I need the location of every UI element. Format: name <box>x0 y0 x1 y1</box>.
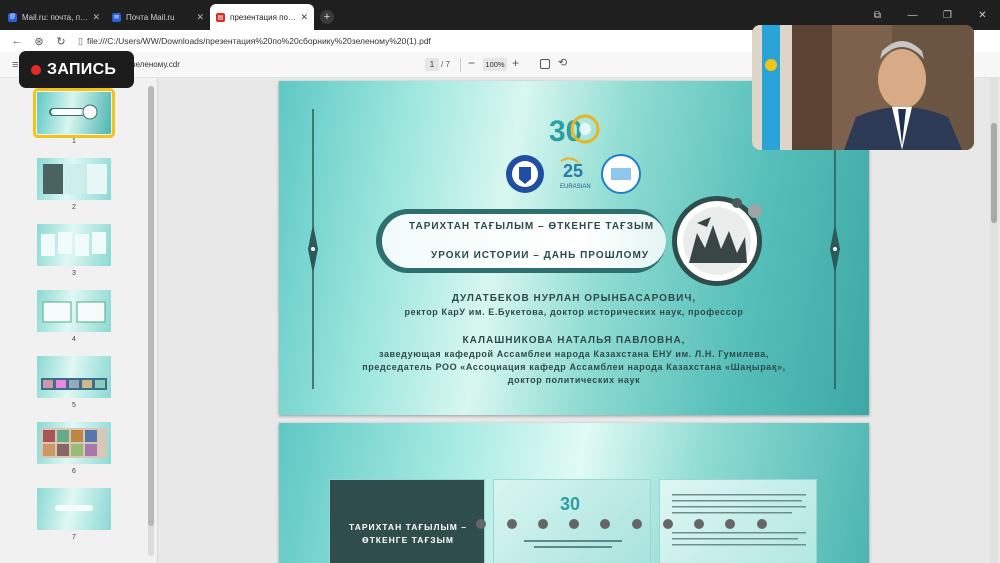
new-tab-button[interactable]: + <box>320 10 334 24</box>
author2-description-line: заведующая кафедрой Ассамблеи народа Каз… <box>378 349 769 359</box>
svg-text:30: 30 <box>560 494 580 514</box>
slide-title-kz: ТАРИХТАН ТАҒЫЛЫМ – ӨТКЕНГЕ ТАҒЗЫМ <box>409 221 655 232</box>
author2-name: КАЛАШНИКОВА НАТАЛЬЯ ПАВЛОВНА, <box>462 335 686 346</box>
total-pages: / 7 <box>441 60 450 69</box>
thumbnail-page-3[interactable] <box>37 224 111 266</box>
back-icon[interactable]: ← <box>6 35 28 47</box>
file-icon: ▯ <box>78 35 83 46</box>
record-dot-icon <box>31 64 41 75</box>
svg-text:EURASIAN: EURASIAN <box>560 184 591 190</box>
university-emblems: 25 EURASIAN <box>506 154 641 194</box>
thumbnail-number: 3 <box>72 270 76 277</box>
pdf-icon: ▤ <box>216 12 225 22</box>
thumbnail-sidebar: 1 2 3 4 5 6 7 <box>0 78 158 563</box>
thumbnail-page-5[interactable] <box>37 356 111 398</box>
tab-title: презентация по сборнику <box>230 12 296 22</box>
close-window-icon[interactable]: ✕ <box>965 10 1000 21</box>
viewer-scrollbar[interactable] <box>990 78 998 563</box>
ornament-right <box>830 109 840 389</box>
pdf-page-2: ТАРИХТАН ТАҒЫЛЫМ – ӨТКЕНГЕ ТАҒЗЫМ 30 <box>279 423 869 563</box>
svg-text:25: 25 <box>563 161 583 181</box>
url-text: file:///C:/Users/WW/Downloads/презентаци… <box>86 36 431 46</box>
viewer-scroll-thumb[interactable] <box>991 123 997 223</box>
tab-mailru[interactable]: @ Mail.ru: почта, поиск в интерне ✕ <box>2 4 106 30</box>
author2-description-line: председатель РОО «Ассоциация кафедр Асса… <box>362 362 786 372</box>
thumbnail-number: 4 <box>72 336 76 343</box>
tab-title: Почта Mail.ru <box>126 12 175 22</box>
page-number-input[interactable]: 1 <box>425 58 439 71</box>
historical-medallion <box>672 196 762 286</box>
thumbnail-page-7[interactable] <box>37 488 111 530</box>
book-cover-title-line: ӨТКЕНГЕ ТАҒЗЫМ <box>362 535 454 545</box>
tab-search-icon[interactable]: ⧉ <box>860 10 895 21</box>
anniversary-30-logo: 30 <box>549 114 600 148</box>
thumbnail-page-6[interactable] <box>37 422 111 464</box>
tab-title: Mail.ru: почта, поиск в интерне <box>22 12 88 22</box>
slide-dots <box>476 519 767 529</box>
book-cover: ТАРИХТАН ТАҒЫЛЫМ – ӨТКЕНГЕ ТАҒЗЫМ <box>329 479 485 563</box>
site-info-icon[interactable]: ⊛ <box>28 35 50 48</box>
recording-label: ЗАПИСЬ <box>47 60 117 78</box>
author2-description-line: доктор политических наук <box>507 375 641 385</box>
thumbnail-page-1[interactable] <box>33 88 115 138</box>
title-ribbon <box>376 209 666 273</box>
tab-mail[interactable]: ✉ Почта Mail.ru ✕ <box>106 4 210 30</box>
rotate-icon[interactable]: ⟲ <box>558 56 567 69</box>
maximize-icon[interactable]: ❐ <box>930 10 965 21</box>
tab-presentation[interactable]: ▤ презентация по сборнику ✕ <box>210 4 314 30</box>
reload-icon[interactable]: ↻ <box>50 35 72 48</box>
screen: @ Mail.ru: почта, поиск в интерне ✕ ✉ По… <box>0 0 1000 563</box>
thumbnail-number: 1 <box>72 138 76 145</box>
webcam-overlay <box>752 25 974 150</box>
thumbnail-preview <box>42 301 106 323</box>
thumbnail-page-4[interactable] <box>37 290 111 332</box>
ornament-left <box>308 109 318 389</box>
book-cover-title-line: ТАРИХТАН ТАҒЫЛЫМ – <box>349 522 467 532</box>
pdf-filename: зеленому.cdr <box>132 60 180 69</box>
thumbnail-number: 5 <box>72 402 76 409</box>
mailru-icon: @ <box>8 12 17 22</box>
thumbnail-preview <box>41 428 107 458</box>
zoom-in-icon[interactable]: + <box>512 56 519 70</box>
thumbnail-number: 7 <box>72 534 76 541</box>
sidebar-scrollbar[interactable] <box>148 86 154 556</box>
thumbnail-number: 2 <box>72 204 76 211</box>
pdf-viewer: 30 25 EURASIAN ТАРИХТАН ТАҒЫЛЫМ – ӨТКЕНГ… <box>158 78 1000 563</box>
zoom-level-input[interactable]: 100% <box>483 58 507 71</box>
webcam-video <box>752 25 974 150</box>
close-tab-icon[interactable]: ✕ <box>300 12 308 23</box>
thumbnail-number: 6 <box>72 468 76 475</box>
zoom-out-icon[interactable]: − <box>468 56 475 70</box>
recording-indicator: ЗАПИСЬ <box>19 51 134 88</box>
close-tab-icon[interactable]: ✕ <box>92 12 100 23</box>
thumbnail-preview <box>49 104 98 120</box>
author1-name: ДУЛАТБЕКОВ НУРЛАН ОРЫНБАСАРОВИЧ, <box>451 293 697 304</box>
sidebar-scroll-thumb[interactable] <box>148 86 154 526</box>
fit-page-icon[interactable] <box>540 59 550 69</box>
minimize-icon[interactable]: — <box>895 10 930 21</box>
url-field[interactable]: ▯ file:///C:/Users/WW/Downloads/презента… <box>78 36 431 47</box>
toolbar-divider <box>460 58 461 72</box>
thumbnail-preview <box>55 505 93 511</box>
thumbnail-page-2[interactable] <box>37 158 111 200</box>
thumbnail-preview <box>43 164 107 194</box>
slide-title-ru: УРОКИ ИСТОРИИ – ДАНЬ ПРОШЛОМУ <box>431 250 649 261</box>
menu-icon[interactable]: ≡ <box>12 59 18 71</box>
thumbnail-preview <box>41 232 106 256</box>
author1-description: ректор КарУ им. Е.Букетова, доктор истор… <box>404 307 744 317</box>
mail-icon: ✉ <box>112 12 121 22</box>
close-tab-icon[interactable]: ✕ <box>196 12 204 23</box>
thumbnail-preview <box>41 378 107 390</box>
